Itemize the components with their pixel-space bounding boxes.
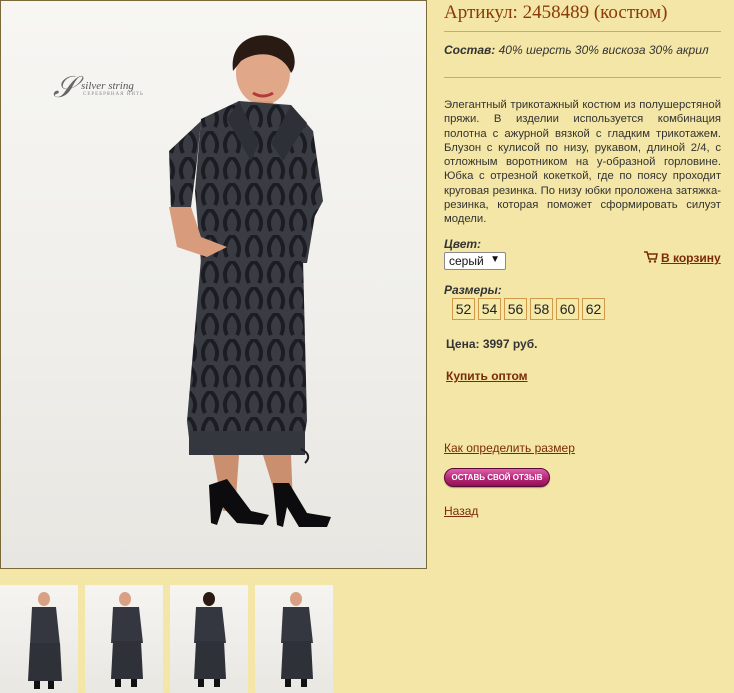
thumbnail-1[interactable] [0, 585, 78, 693]
thumbnail-3[interactable] [170, 585, 248, 693]
product-title: Артикул: 2458489 (костюм) [444, 2, 668, 23]
color-select[interactable]: серый ▼ [444, 252, 506, 270]
thumbnail-2[interactable] [85, 585, 163, 693]
thumbnail-4[interactable] [255, 585, 333, 693]
thumbnail-figure-illustration [111, 592, 143, 687]
cart-icon [644, 251, 658, 263]
size-option[interactable]: 62 [582, 298, 605, 320]
size-option[interactable]: 58 [530, 298, 553, 320]
composition-value: 40% шерсть 30% вискоза 30% акрил [498, 43, 709, 57]
price: Цена: 3997 руб. [446, 337, 538, 351]
add-to-cart-label: В корзину [661, 251, 721, 265]
color-label: Цвет: [444, 237, 482, 251]
size-option[interactable]: 60 [556, 298, 579, 320]
color-selected-value: серый [449, 254, 484, 268]
thumbnail-figure-illustration [28, 592, 62, 689]
composition-label: Состав: [444, 43, 496, 57]
main-product-photo[interactable]: 𝒮 silver string СЕРЕБРЯНАЯ НИТЬ [0, 0, 427, 569]
composition: Состав: 40% шерсть 30% вискоза 30% акрил [444, 43, 709, 57]
buy-wholesale-link[interactable]: Купить оптом [446, 369, 528, 383]
sizes-label: Размеры: [444, 283, 502, 297]
size-option[interactable]: 52 [452, 298, 475, 320]
divider [444, 77, 721, 78]
size-option[interactable]: 56 [504, 298, 527, 320]
back-link[interactable]: Назад [444, 504, 478, 518]
thumbnail-figure-illustration [281, 592, 313, 687]
model-figure-illustration [169, 35, 331, 527]
size-guide-link[interactable]: Как определить размер [444, 441, 575, 455]
add-to-cart-link[interactable]: В корзину [644, 251, 721, 265]
dropdown-arrow-icon: ▼ [490, 254, 500, 265]
size-option[interactable]: 54 [478, 298, 501, 320]
leave-review-button[interactable]: ОСТАВЬ СВОЙ ОТЗЫВ [444, 468, 550, 487]
thumbnail-figure-illustration [194, 592, 226, 687]
product-description: Элегантный трикотажный костюм из полушер… [444, 99, 721, 226]
divider [444, 31, 721, 32]
